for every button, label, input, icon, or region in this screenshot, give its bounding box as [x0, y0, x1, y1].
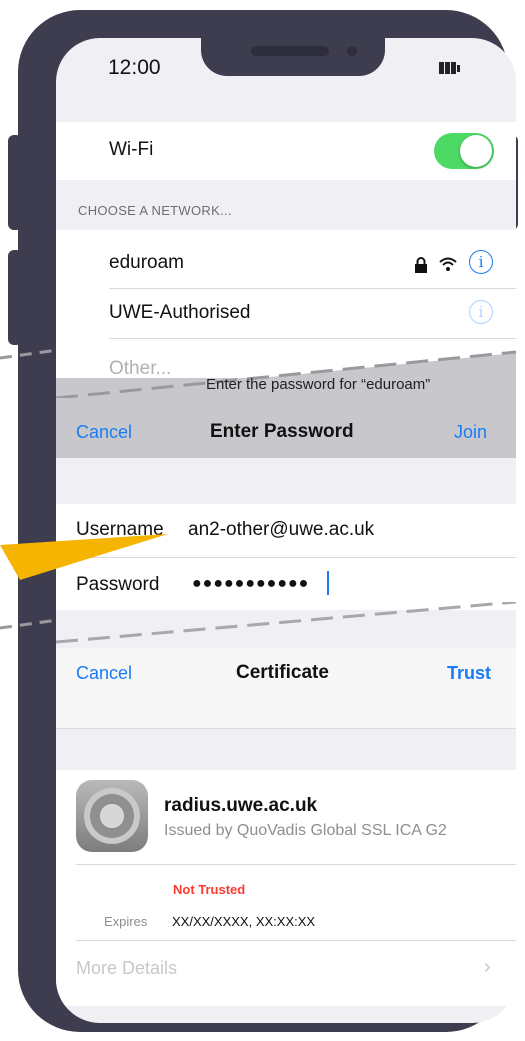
tear-line-left-top: [0, 348, 59, 360]
certificate-nav-bar: [56, 648, 516, 729]
info-icon[interactable]: i: [469, 250, 493, 274]
expires-value: XX/XX/XXXX, XX:XX:XX: [172, 914, 316, 929]
network-eduroam[interactable]: eduroam: [109, 252, 184, 274]
networks-header: CHOOSE A NETWORK...: [78, 203, 232, 218]
certificate-issuer: Issued by QuoVadis Global SSL ICA G2: [164, 822, 447, 839]
cancel-button[interactable]: Cancel: [76, 663, 132, 684]
status-time: 12:00: [108, 56, 161, 79]
join-button[interactable]: Join: [454, 422, 487, 443]
trust-status: Not Trusted: [173, 882, 246, 897]
trust-button[interactable]: Trust: [447, 663, 491, 684]
username-field[interactable]: an2-other@uwe.ac.uk: [188, 519, 374, 541]
settings-gear-icon: [76, 780, 148, 852]
tear-line-bottom: [56, 602, 516, 644]
expires-label: Expires: [104, 914, 148, 929]
certificate-host: radius.uwe.ac.uk: [164, 795, 318, 816]
chevron-right-icon: ›: [484, 956, 491, 978]
password-subtitle: Enter the password for “eduroam”: [206, 376, 431, 393]
battery-icon: [439, 62, 461, 80]
cancel-button[interactable]: Cancel: [76, 422, 132, 443]
lock-icon: [415, 257, 427, 273]
wifi-toggle[interactable]: [434, 133, 494, 169]
certificate-title: Certificate: [236, 662, 329, 683]
text-cursor: [327, 571, 329, 595]
more-details-row[interactable]: More Details: [76, 958, 177, 979]
callout-arrow-icon: [0, 534, 168, 580]
network-uwe-authorised[interactable]: UWE-Authorised: [109, 302, 251, 324]
wifi-signal-icon: [439, 257, 457, 271]
info-icon[interactable]: i: [469, 300, 493, 324]
notch: [201, 38, 385, 76]
tear-line-left-bottom: [0, 618, 59, 630]
password-title: Enter Password: [210, 421, 354, 442]
wifi-label: Wi-Fi: [109, 139, 154, 160]
password-field[interactable]: ●●●●●●●●●●●: [192, 575, 309, 593]
